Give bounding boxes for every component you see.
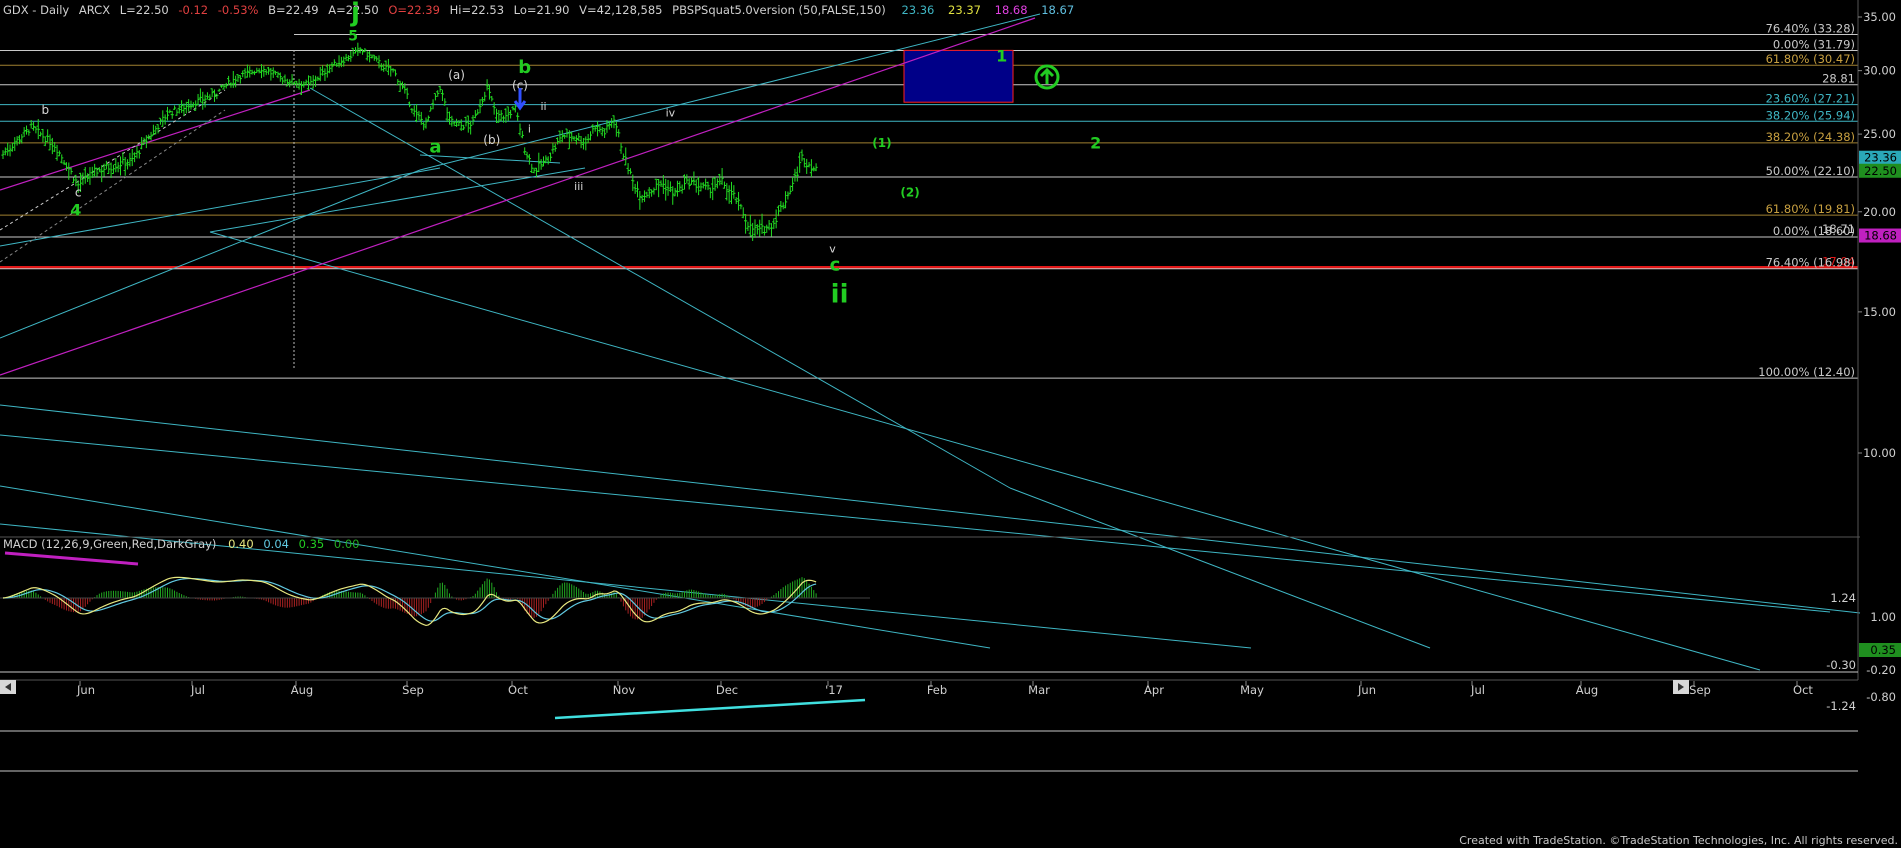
header-indicator: PBSPSquat5.0version (50,FALSE,150) (672, 3, 886, 17)
footer-credit: Created with TradeStation. ©TradeStation… (1459, 834, 1898, 847)
header-info: GDX - Daily ARCX L=22.50 -0.12 -0.53% B=… (3, 3, 1074, 17)
fib-label: 76.40% (16.98) (1766, 256, 1855, 270)
month-label: Feb (927, 683, 947, 697)
macd-value-3: 0.35 (299, 537, 325, 551)
month-label: Aug (291, 683, 313, 697)
month-label: Aug (1576, 683, 1598, 697)
wave-label: 5 (348, 29, 358, 45)
macd-tick-label: -0.80 (1866, 690, 1896, 704)
header-high: Hi=22.53 (450, 3, 504, 17)
macd-value-4: 0.00 (334, 537, 360, 551)
header-change: -0.12 (178, 3, 208, 17)
wave-label: (1) (872, 136, 891, 150)
fib-label: 100.00% (12.40) (1758, 365, 1855, 379)
fib-label: 50.00% (22.10) (1766, 164, 1855, 178)
wave-label: iv (666, 106, 676, 119)
wave-label: j (350, 0, 360, 28)
wave-label: (a) (448, 68, 465, 82)
wave-label: 2 (1090, 133, 1101, 152)
fib-label: 18.71 (1822, 222, 1855, 236)
wave-label: v (829, 242, 836, 255)
month-label: Apr (1144, 683, 1164, 697)
wave-label: (b) (483, 133, 500, 147)
fib-label: 28.81 (1822, 72, 1855, 86)
fib-label: 61.80% (30.47) (1766, 52, 1855, 66)
month-label: Sep (402, 683, 424, 697)
header-open: O=22.39 (388, 3, 440, 17)
macd-label: MACD (12,26,9,Green,Red,DarkGray) (3, 537, 216, 551)
wave-label: c (830, 254, 841, 275)
month-label: Jul (1470, 683, 1485, 697)
wave-label: c (75, 185, 82, 199)
header-exchange: ARCX (79, 3, 110, 17)
price-badge-label: 18.68 (1864, 229, 1897, 243)
header-ind-value-3: 18.68 (995, 3, 1028, 17)
wave-label: a (429, 137, 441, 158)
macd-value-1: 0.40 (228, 537, 254, 551)
price-tick-label: 35.00 (1863, 10, 1896, 24)
price-chart: GDX - Daily ARCX L=22.50 -0.12 -0.53% B=… (0, 0, 1901, 848)
month-label: Oct (1793, 683, 1813, 697)
month-label: Jul (190, 683, 205, 697)
fib-label: 38.20% (25.94) (1766, 108, 1855, 122)
month-label: Sep (1689, 683, 1711, 697)
header-ind-value-1: 23.36 (901, 3, 934, 17)
wave-label: iii (574, 180, 583, 193)
month-label: Mar (1028, 683, 1050, 697)
price-tick-label: 20.00 (1863, 205, 1896, 219)
macd-tick-label: 1.24 (1830, 591, 1856, 605)
wave-label: i (528, 123, 531, 136)
price-tick-label: 30.00 (1863, 64, 1896, 78)
month-label: Jun (1357, 683, 1376, 697)
month-label: Jun (76, 683, 95, 697)
header-low: Lo=21.90 (514, 3, 570, 17)
wave-label: (2) (900, 185, 919, 199)
header-last: L=22.50 (120, 3, 169, 17)
header-symbol: GDX - Daily (3, 3, 69, 17)
macd-tick-label: -1.24 (1826, 699, 1856, 713)
month-label: May (1240, 683, 1264, 697)
macd-tick-label: 0.35 (1870, 643, 1896, 657)
price-tick-label: 25.00 (1863, 127, 1896, 141)
fib-label: 23.60% (27.21) (1766, 92, 1855, 106)
fib-label: 76.40% (33.28) (1766, 22, 1855, 36)
macd-tick-label: 1.00 (1870, 610, 1896, 624)
macd-tick-label: -0.20 (1866, 663, 1896, 677)
price-tick-label: 15.00 (1863, 305, 1896, 319)
wave-label: ii (831, 280, 849, 310)
wave-label: b (41, 103, 49, 117)
month-label: '17 (825, 683, 843, 697)
fib-label: 0.00% (31.79) (1773, 37, 1855, 51)
price-badge-label: 22.50 (1864, 164, 1897, 178)
wave-label: 4 (70, 200, 81, 219)
header-change-pct: -0.53% (218, 3, 259, 17)
fib-label: 61.80% (19.81) (1766, 202, 1855, 216)
header-ind-value-2: 23.37 (948, 3, 981, 17)
header-bid: B=22.49 (268, 3, 318, 17)
macd-value-2: 0.04 (263, 537, 289, 551)
wave-label: 1 (996, 46, 1007, 65)
price-tick-label: 10.00 (1863, 446, 1896, 460)
wave-label: b (518, 57, 531, 78)
macd-tick-label: -0.30 (1826, 658, 1856, 672)
macd-info: MACD (12,26,9,Green,Red,DarkGray) 0.40 0… (3, 537, 359, 551)
price-badge-label: 23.36 (1864, 151, 1897, 165)
month-label: Oct (508, 683, 528, 697)
header-ind-value-4: 18.67 (1041, 3, 1074, 17)
fib-label: 38.20% (24.38) (1766, 130, 1855, 144)
wave-label: ii (540, 100, 546, 113)
month-label: Nov (613, 683, 636, 697)
month-label: Dec (716, 683, 738, 697)
header-volume: V=42,128,585 (579, 3, 662, 17)
